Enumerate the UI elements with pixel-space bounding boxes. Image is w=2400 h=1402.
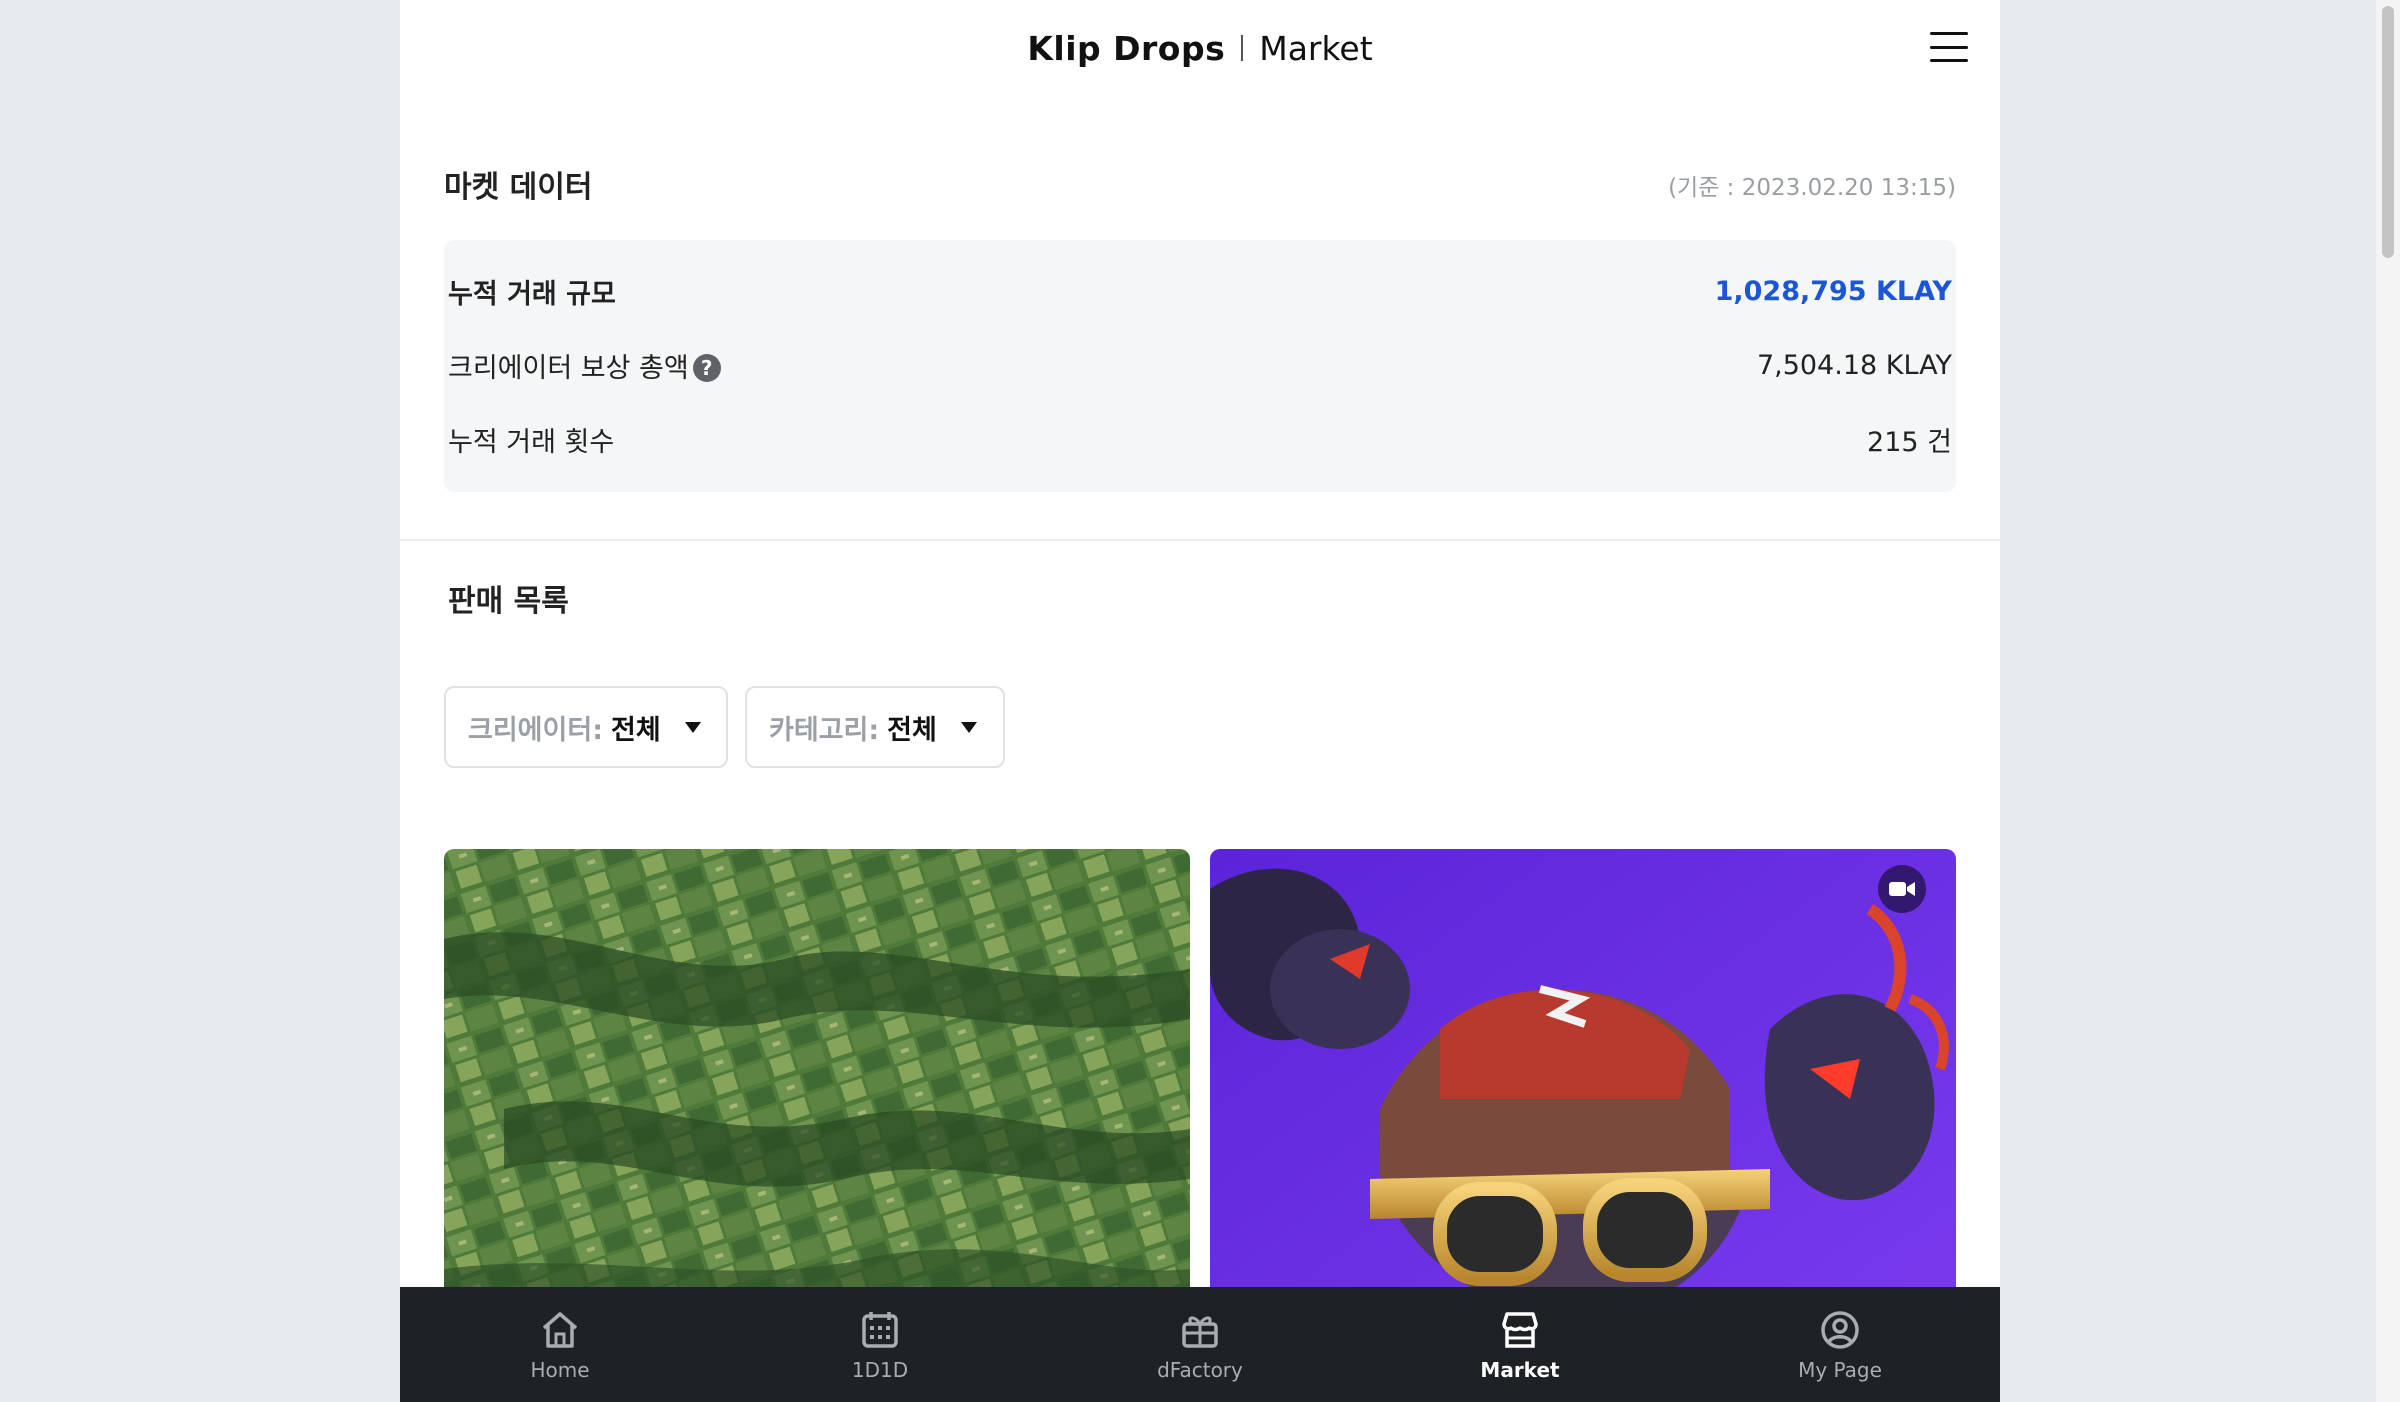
logo[interactable]: Klip Drops Market — [1027, 29, 1372, 68]
video-icon — [1878, 865, 1926, 913]
stat-row-creator-reward: 크리에이터 보상 총액? 7,504.18 KLAY — [448, 346, 1952, 385]
tab-label: Market — [1480, 1357, 1560, 1382]
creator-filter-dropdown[interactable]: 크리에이터: 전체 — [444, 686, 728, 768]
stat-value: 1,028,795 KLAY — [1714, 276, 1952, 307]
calendar-icon — [862, 1311, 898, 1348]
sales-list-title: 판매 목록 — [448, 584, 569, 619]
logo-divider — [1241, 35, 1244, 61]
filter-value: 전체 — [887, 714, 937, 746]
stat-value: 7,504.18 KLAY — [1756, 350, 1952, 381]
tab-label: Home — [530, 1357, 590, 1382]
filter-value: 전체 — [611, 714, 661, 746]
filter-label: 카테고리: — [769, 714, 880, 746]
caret-down-icon — [960, 721, 977, 733]
market-data-title: 마켓 데이터 — [444, 170, 593, 205]
tab-label: My Page — [1798, 1357, 1882, 1382]
stat-label: 크리에이터 보상 총액 — [448, 353, 689, 384]
page-scrollbar[interactable] — [2376, 0, 2400, 1402]
store-icon — [1502, 1311, 1538, 1348]
app-window: Klip Drops Market 마켓 데이터 (기준 : 2023.02.2… — [400, 0, 2000, 1402]
tab-label: dFactory — [1157, 1357, 1243, 1382]
user-icon — [1821, 1310, 1859, 1349]
stat-label: 누적 거래 규모 — [448, 279, 616, 310]
scrollbar-thumb[interactable] — [2382, 6, 2394, 258]
logo-brand: Klip Drops — [1027, 28, 1226, 68]
category-filter-dropdown[interactable]: 카테고리: 전체 — [745, 686, 1005, 768]
tab-dfactory[interactable]: dFactory — [1040, 1287, 1360, 1402]
bottom-nav: Home 1D1D dFactory Market My Page — [400, 1287, 2000, 1402]
as-of-timestamp: (기준 : 2023.02.20 13:15) — [1668, 175, 1956, 201]
tab-label: 1D1D — [851, 1357, 909, 1382]
stat-label: 누적 거래 횟수 — [448, 427, 615, 458]
stat-row-volume: 누적 거래 규모 1,028,795 KLAY — [448, 272, 1952, 311]
home-icon — [542, 1311, 578, 1348]
tab-home[interactable]: Home — [400, 1287, 720, 1402]
stat-label-wrap: 크리에이터 보상 총액? — [448, 346, 721, 385]
caret-down-icon — [684, 721, 701, 733]
section-divider — [400, 539, 2000, 541]
help-icon[interactable]: ? — [692, 353, 721, 382]
filter-label: 크리에이터: — [468, 714, 603, 746]
logo-subtitle: Market — [1259, 28, 1373, 68]
tab-1d1d[interactable]: 1D1D — [720, 1287, 1040, 1402]
top-header: Klip Drops Market — [400, 0, 2000, 96]
tab-market[interactable]: Market — [1360, 1287, 1680, 1402]
hamburger-menu-icon[interactable] — [1930, 32, 1968, 62]
tab-my-page[interactable]: My Page — [1680, 1287, 2000, 1402]
gift-icon — [1182, 1316, 1218, 1348]
stat-value: 215 건 — [1867, 427, 1952, 458]
stat-row-trade-count: 누적 거래 횟수 215 건 — [448, 420, 1952, 459]
